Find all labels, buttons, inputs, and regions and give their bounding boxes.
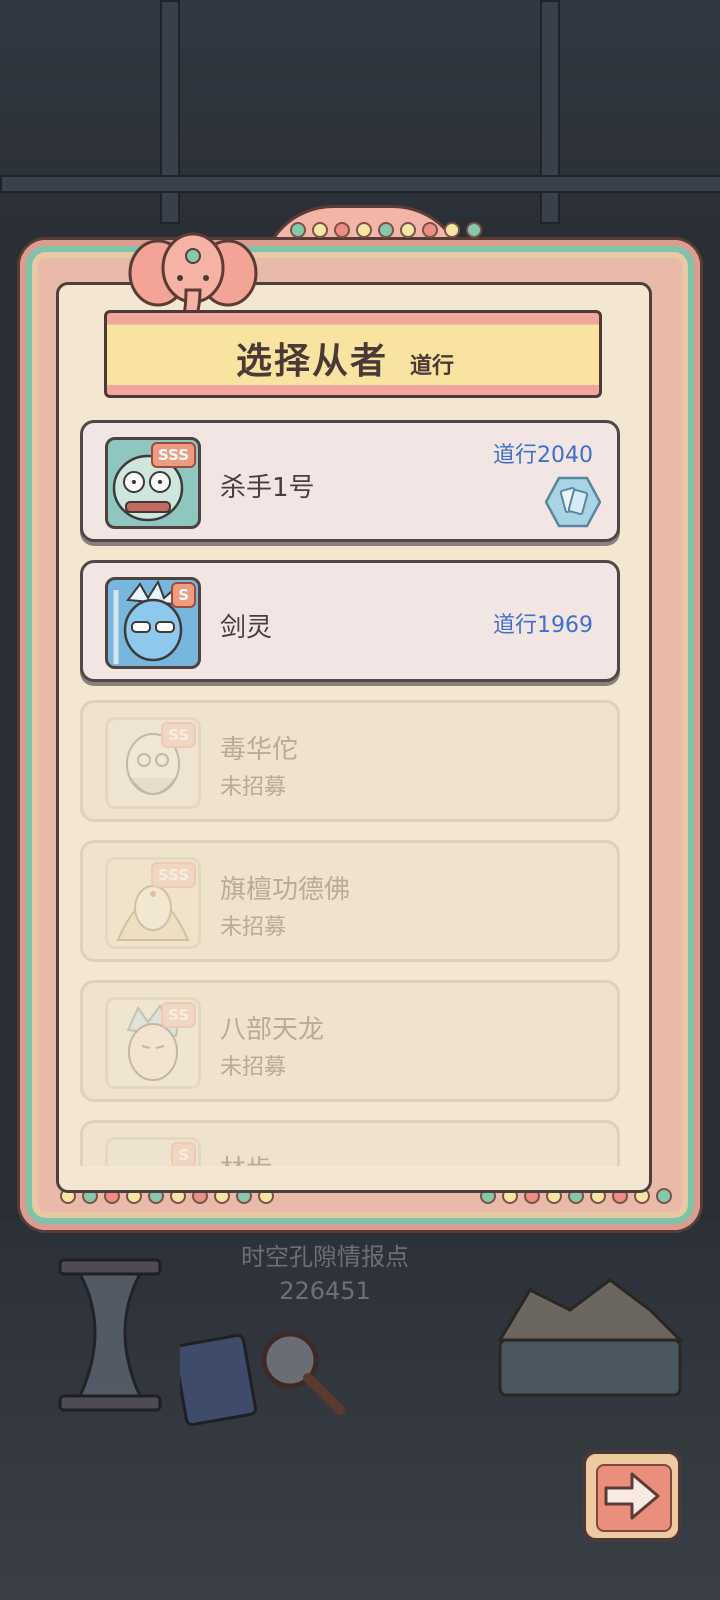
rank-badge: SSS [150, 442, 196, 468]
rank-badge: S [171, 582, 196, 608]
follower-card[interactable]: SS 毒华佗 未招募 [80, 700, 620, 822]
follower-name: 林齿 [220, 1149, 272, 1166]
intel-points: 时空孔隙情报点 226451 [180, 1240, 470, 1308]
follower-power: 道行1969 [493, 613, 593, 638]
rank-badge: S [171, 1142, 196, 1166]
next-button[interactable] [582, 1450, 682, 1542]
follower-portrait: SS [105, 997, 201, 1089]
follower-portrait: SS [105, 717, 201, 809]
follower-name: 毒华佗 [220, 735, 299, 765]
frame-dots [290, 222, 482, 238]
next-button-face [596, 1464, 672, 1532]
intel-points-label: 时空孔隙情报点 [241, 1243, 409, 1271]
recruit-status: 未招募 [220, 915, 287, 940]
hourglass-icon [58, 1258, 162, 1412]
follower-name: 八部天龙 [220, 1015, 325, 1045]
follower-power: 道行2040 [493, 443, 593, 468]
follower-portrait: S [105, 1137, 201, 1166]
follower-name: 杀手1号 [220, 473, 315, 503]
follower-card[interactable]: SSS 旗檀功德佛 未招募 [80, 840, 620, 962]
follower-card[interactable]: SSS 杀手1号 道行2040 [80, 420, 620, 542]
magnifier-and-cards-icon [180, 1331, 345, 1427]
background-beam [0, 175, 720, 193]
follower-name: 剑灵 [220, 613, 273, 643]
follower-list[interactable]: SSS 杀手1号 道行2040 S 剑灵 道行1969 SS 毒华佗 未招募 S… [80, 420, 625, 1166]
hexagon-cards-icon[interactable] [545, 475, 601, 529]
intel-points-value: 226451 [279, 1277, 371, 1305]
arrow-right-icon [604, 1472, 660, 1520]
recruit-status: 未招募 [220, 1055, 287, 1080]
follower-card[interactable]: SS 八部天龙 未招募 [80, 980, 620, 1102]
recruit-status: 未招募 [220, 775, 287, 800]
follower-portrait: S [105, 577, 201, 669]
follower-portrait: SSS [105, 437, 201, 529]
rank-badge: SS [161, 1002, 196, 1028]
rank-badge: SSS [150, 862, 196, 888]
rank-badge: SS [161, 722, 196, 748]
treasure-box-icon [497, 1278, 684, 1397]
page-title: 选择从者 [236, 341, 389, 382]
follower-card[interactable]: S 林齿 [80, 1120, 620, 1166]
page-subtitle: 道行 [410, 354, 455, 379]
follower-portrait: SSS [105, 857, 201, 949]
follower-name: 旗檀功德佛 [220, 875, 351, 905]
follower-card[interactable]: S 剑灵 道行1969 [80, 560, 620, 682]
